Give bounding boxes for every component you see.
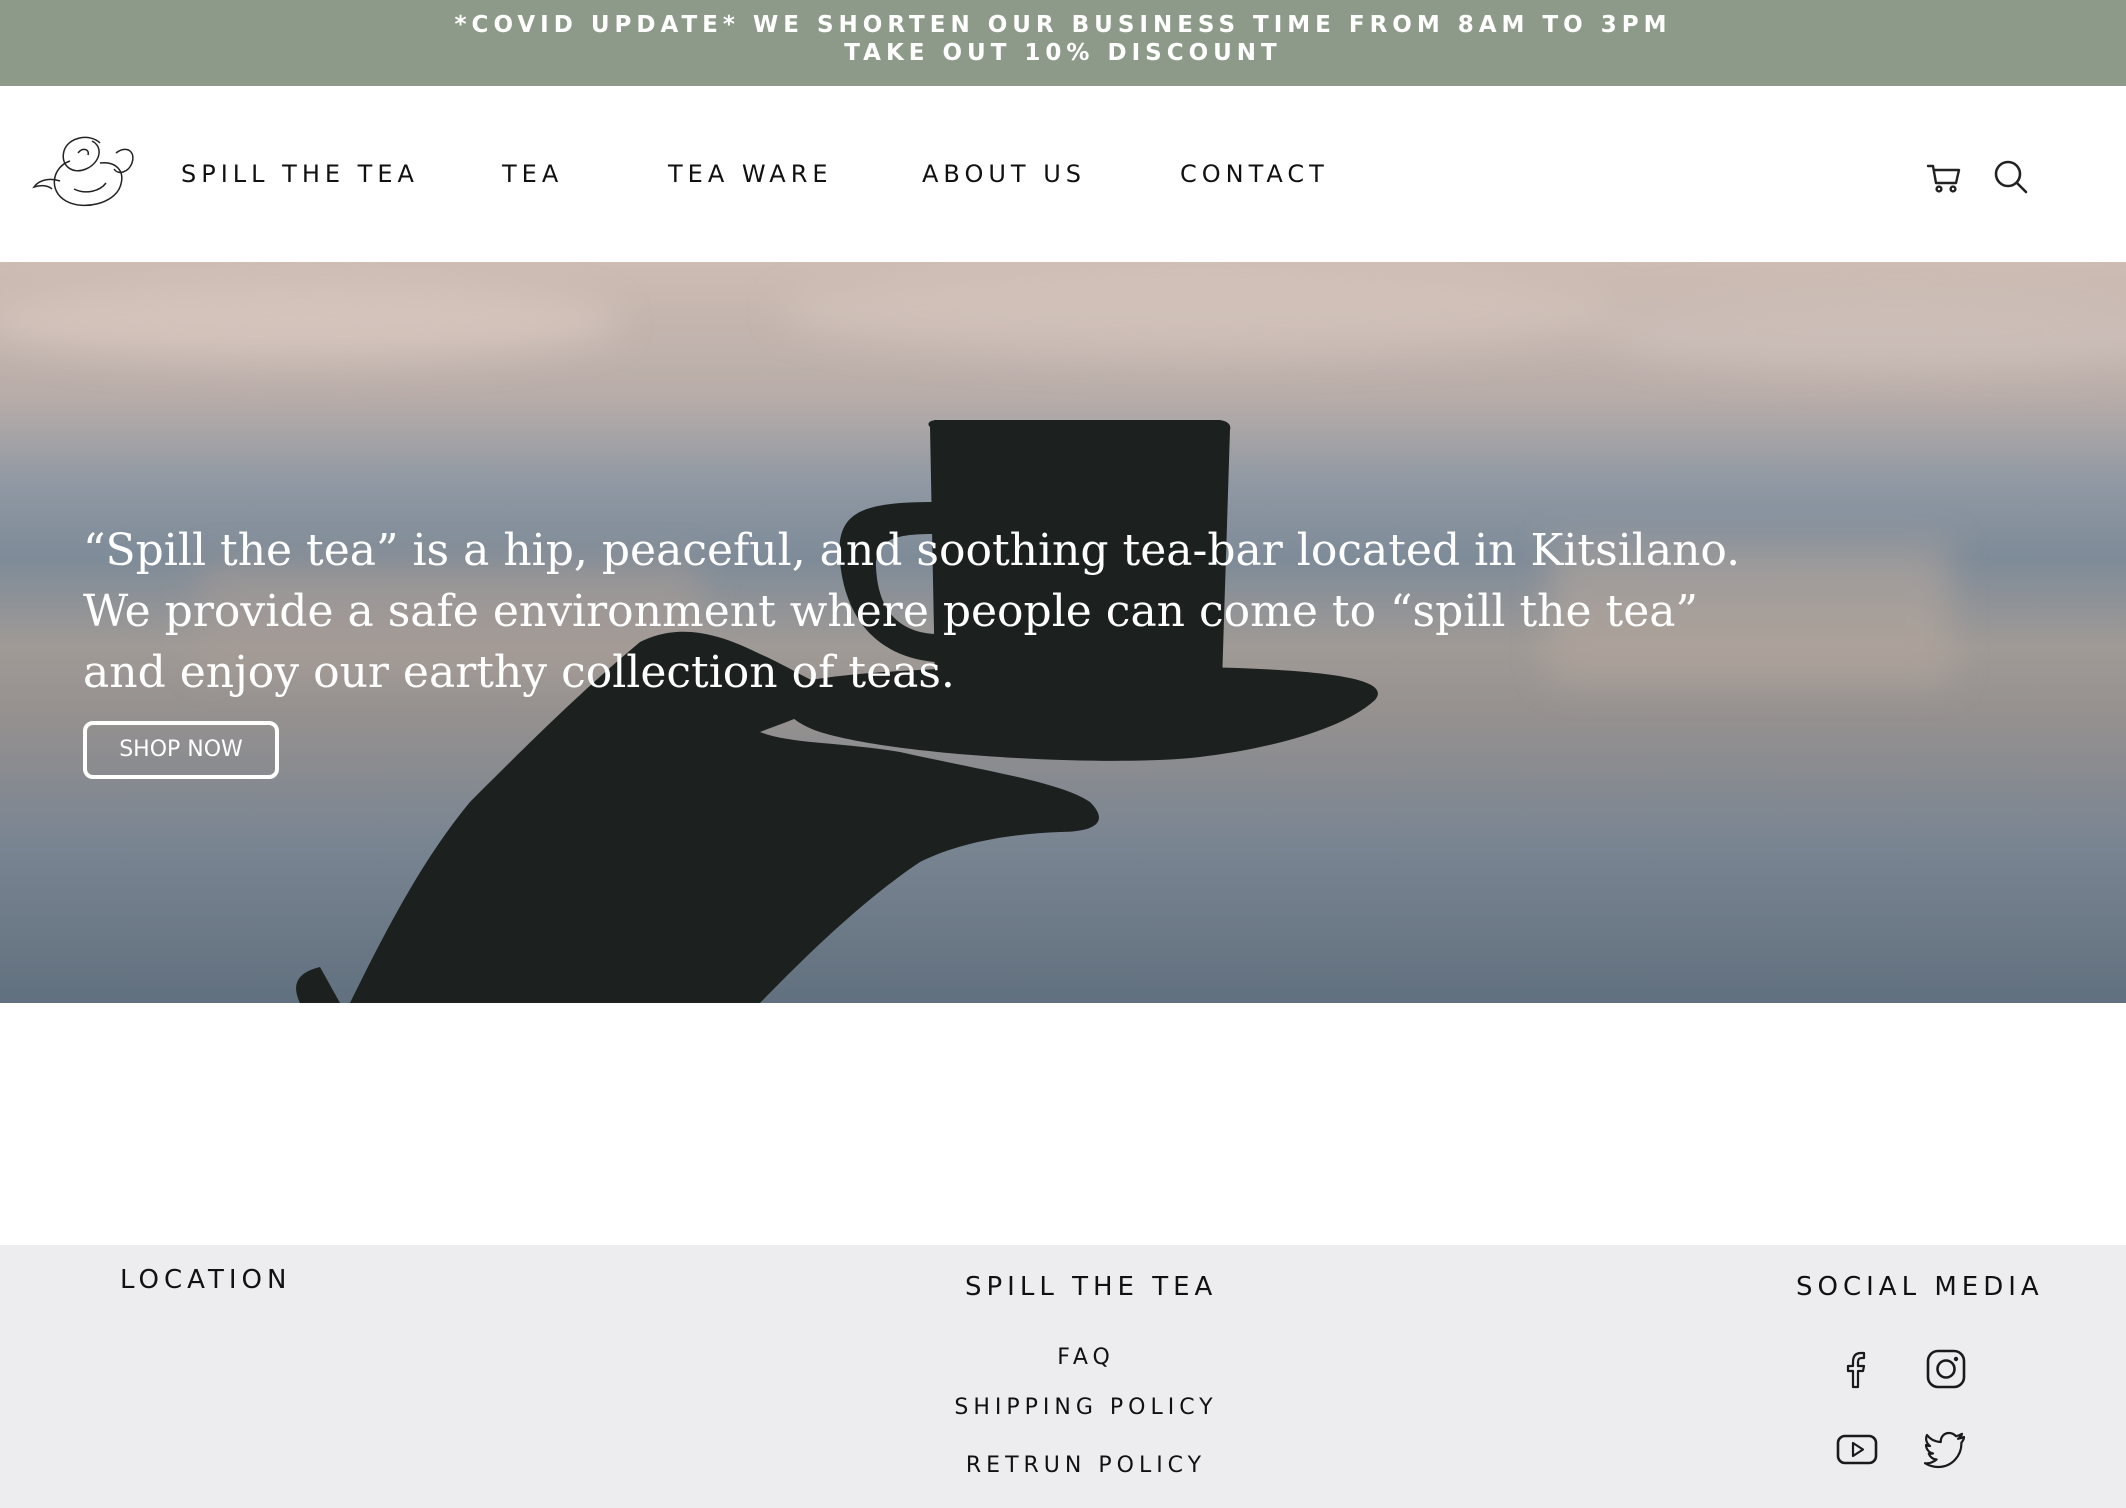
announcement-line-2: TAKE OUT 10% DISCOUNT (844, 40, 1282, 66)
footer-link-shipping-policy[interactable]: SHIPPING POLICY (836, 1395, 1336, 1420)
footer-link-return-policy[interactable]: RETRUN POLICY (836, 1453, 1336, 1478)
nav-link-contact[interactable]: CONTACT (1180, 160, 1329, 188)
main-navigation: SPILL THE TEA TEA TEA WARE ABOUT US CONT… (0, 86, 2126, 262)
hero-section: “Spill the tea” is a hip, peaceful, and … (0, 262, 2126, 1003)
hero-line-1: “Spill the tea” is a hip, peaceful, and … (83, 525, 1741, 576)
footer-link-faq[interactable]: FAQ (836, 1345, 1336, 1370)
hero-line-2: We provide a safe environment where peop… (83, 586, 1698, 637)
hero-description: “Spill the tea” is a hip, peaceful, and … (83, 520, 1741, 703)
location-heading: LOCATION (120, 1265, 292, 1295)
announcement-line-1: *COVID UPDATE* WE SHORTEN OUR BUSINESS T… (454, 12, 1672, 38)
teapot-logo[interactable] (30, 131, 140, 213)
nav-link-spill-the-tea[interactable]: SPILL THE TEA (181, 160, 419, 188)
search-icon[interactable] (1992, 158, 2030, 196)
nav-link-tea-ware[interactable]: TEA WARE (668, 160, 833, 188)
nav-link-about-us[interactable]: ABOUT US (922, 160, 1086, 188)
facebook-icon[interactable] (1835, 1347, 1879, 1391)
shop-now-button[interactable]: SHOP NOW (83, 721, 279, 779)
site-footer: LOCATION SPILL THE TEA SOCIAL MEDIA FAQ … (0, 1245, 2126, 1508)
hero-line-3: and enjoy our earthy collection of teas. (83, 647, 955, 698)
announcement-banner: *COVID UPDATE* WE SHORTEN OUR BUSINESS T… (0, 0, 2126, 86)
twitter-icon[interactable] (1924, 1427, 1968, 1471)
youtube-icon[interactable] (1835, 1427, 1879, 1471)
nav-link-tea[interactable]: TEA (502, 160, 563, 188)
brand-heading: SPILL THE TEA (965, 1272, 1218, 1302)
social-media-heading: SOCIAL MEDIA (1796, 1272, 2044, 1302)
instagram-icon[interactable] (1924, 1347, 1968, 1391)
cart-icon[interactable] (1925, 158, 1963, 196)
